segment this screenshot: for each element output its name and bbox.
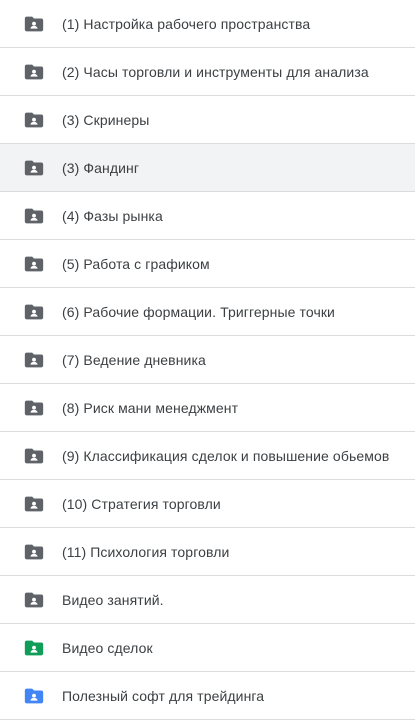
shared-folder-icon — [22, 204, 46, 228]
folder-name: (10) Стратегия торговли — [62, 495, 221, 512]
shared-folder-icon — [22, 12, 46, 36]
shared-folder-icon — [22, 156, 46, 180]
folder-name: (9) Классификация сделок и повышение обь… — [62, 447, 390, 464]
folder-item[interactable]: (2) Часы торговли и инструменты для анал… — [0, 48, 415, 96]
shared-folder-icon — [22, 588, 46, 612]
folder-list: (1) Настройка рабочего пространства (2) … — [0, 0, 415, 720]
folder-item[interactable]: Полезный софт для трейдинга — [0, 672, 415, 720]
folder-name: (3) Скринеры — [62, 111, 150, 128]
folder-name: (3) Фандинг — [62, 159, 140, 176]
folder-name: Видео сделок — [62, 639, 153, 656]
folder-name: Полезный софт для трейдинга — [62, 687, 265, 704]
folder-item[interactable]: (3) Скринеры — [0, 96, 415, 144]
folder-item[interactable]: (3) Фандинг — [0, 144, 415, 192]
shared-folder-icon — [22, 60, 46, 84]
folder-name: (8) Риск мани менеджмент — [62, 399, 239, 416]
shared-folder-icon — [22, 444, 46, 468]
folder-item[interactable]: (7) Ведение дневника — [0, 336, 415, 384]
folder-item[interactable]: (11) Психология торговли — [0, 528, 415, 576]
shared-folder-icon — [22, 348, 46, 372]
folder-name: (5) Работа с графиком — [62, 255, 210, 272]
folder-item[interactable]: (1) Настройка рабочего пространства — [0, 0, 415, 48]
shared-folder-icon — [22, 252, 46, 276]
shared-folder-icon — [22, 108, 46, 132]
folder-name: (4) Фазы рынка — [62, 207, 163, 224]
folder-item[interactable]: (10) Стратегия торговли — [0, 480, 415, 528]
folder-name: (2) Часы торговли и инструменты для анал… — [62, 63, 369, 80]
folder-name: Видео занятий. — [62, 591, 164, 608]
shared-folder-icon — [22, 684, 46, 708]
shared-folder-icon — [22, 300, 46, 324]
folder-item[interactable]: Видео занятий. — [0, 576, 415, 624]
folder-item[interactable]: (4) Фазы рынка — [0, 192, 415, 240]
folder-item[interactable]: (6) Рабочие формации. Триггерные точки — [0, 288, 415, 336]
folder-item[interactable]: (8) Риск мани менеджмент — [0, 384, 415, 432]
folder-item[interactable]: (9) Классификация сделок и повышение обь… — [0, 432, 415, 480]
folder-item[interactable]: Видео сделок — [0, 624, 415, 672]
shared-folder-icon — [22, 636, 46, 660]
folder-name: (11) Психология торговли — [62, 543, 230, 560]
shared-folder-icon — [22, 540, 46, 564]
shared-folder-icon — [22, 396, 46, 420]
folder-name: (1) Настройка рабочего пространства — [62, 15, 311, 32]
folder-name: (6) Рабочие формации. Триггерные точки — [62, 303, 335, 320]
shared-folder-icon — [22, 492, 46, 516]
folder-item[interactable]: (5) Работа с графиком — [0, 240, 415, 288]
folder-name: (7) Ведение дневника — [62, 351, 206, 368]
